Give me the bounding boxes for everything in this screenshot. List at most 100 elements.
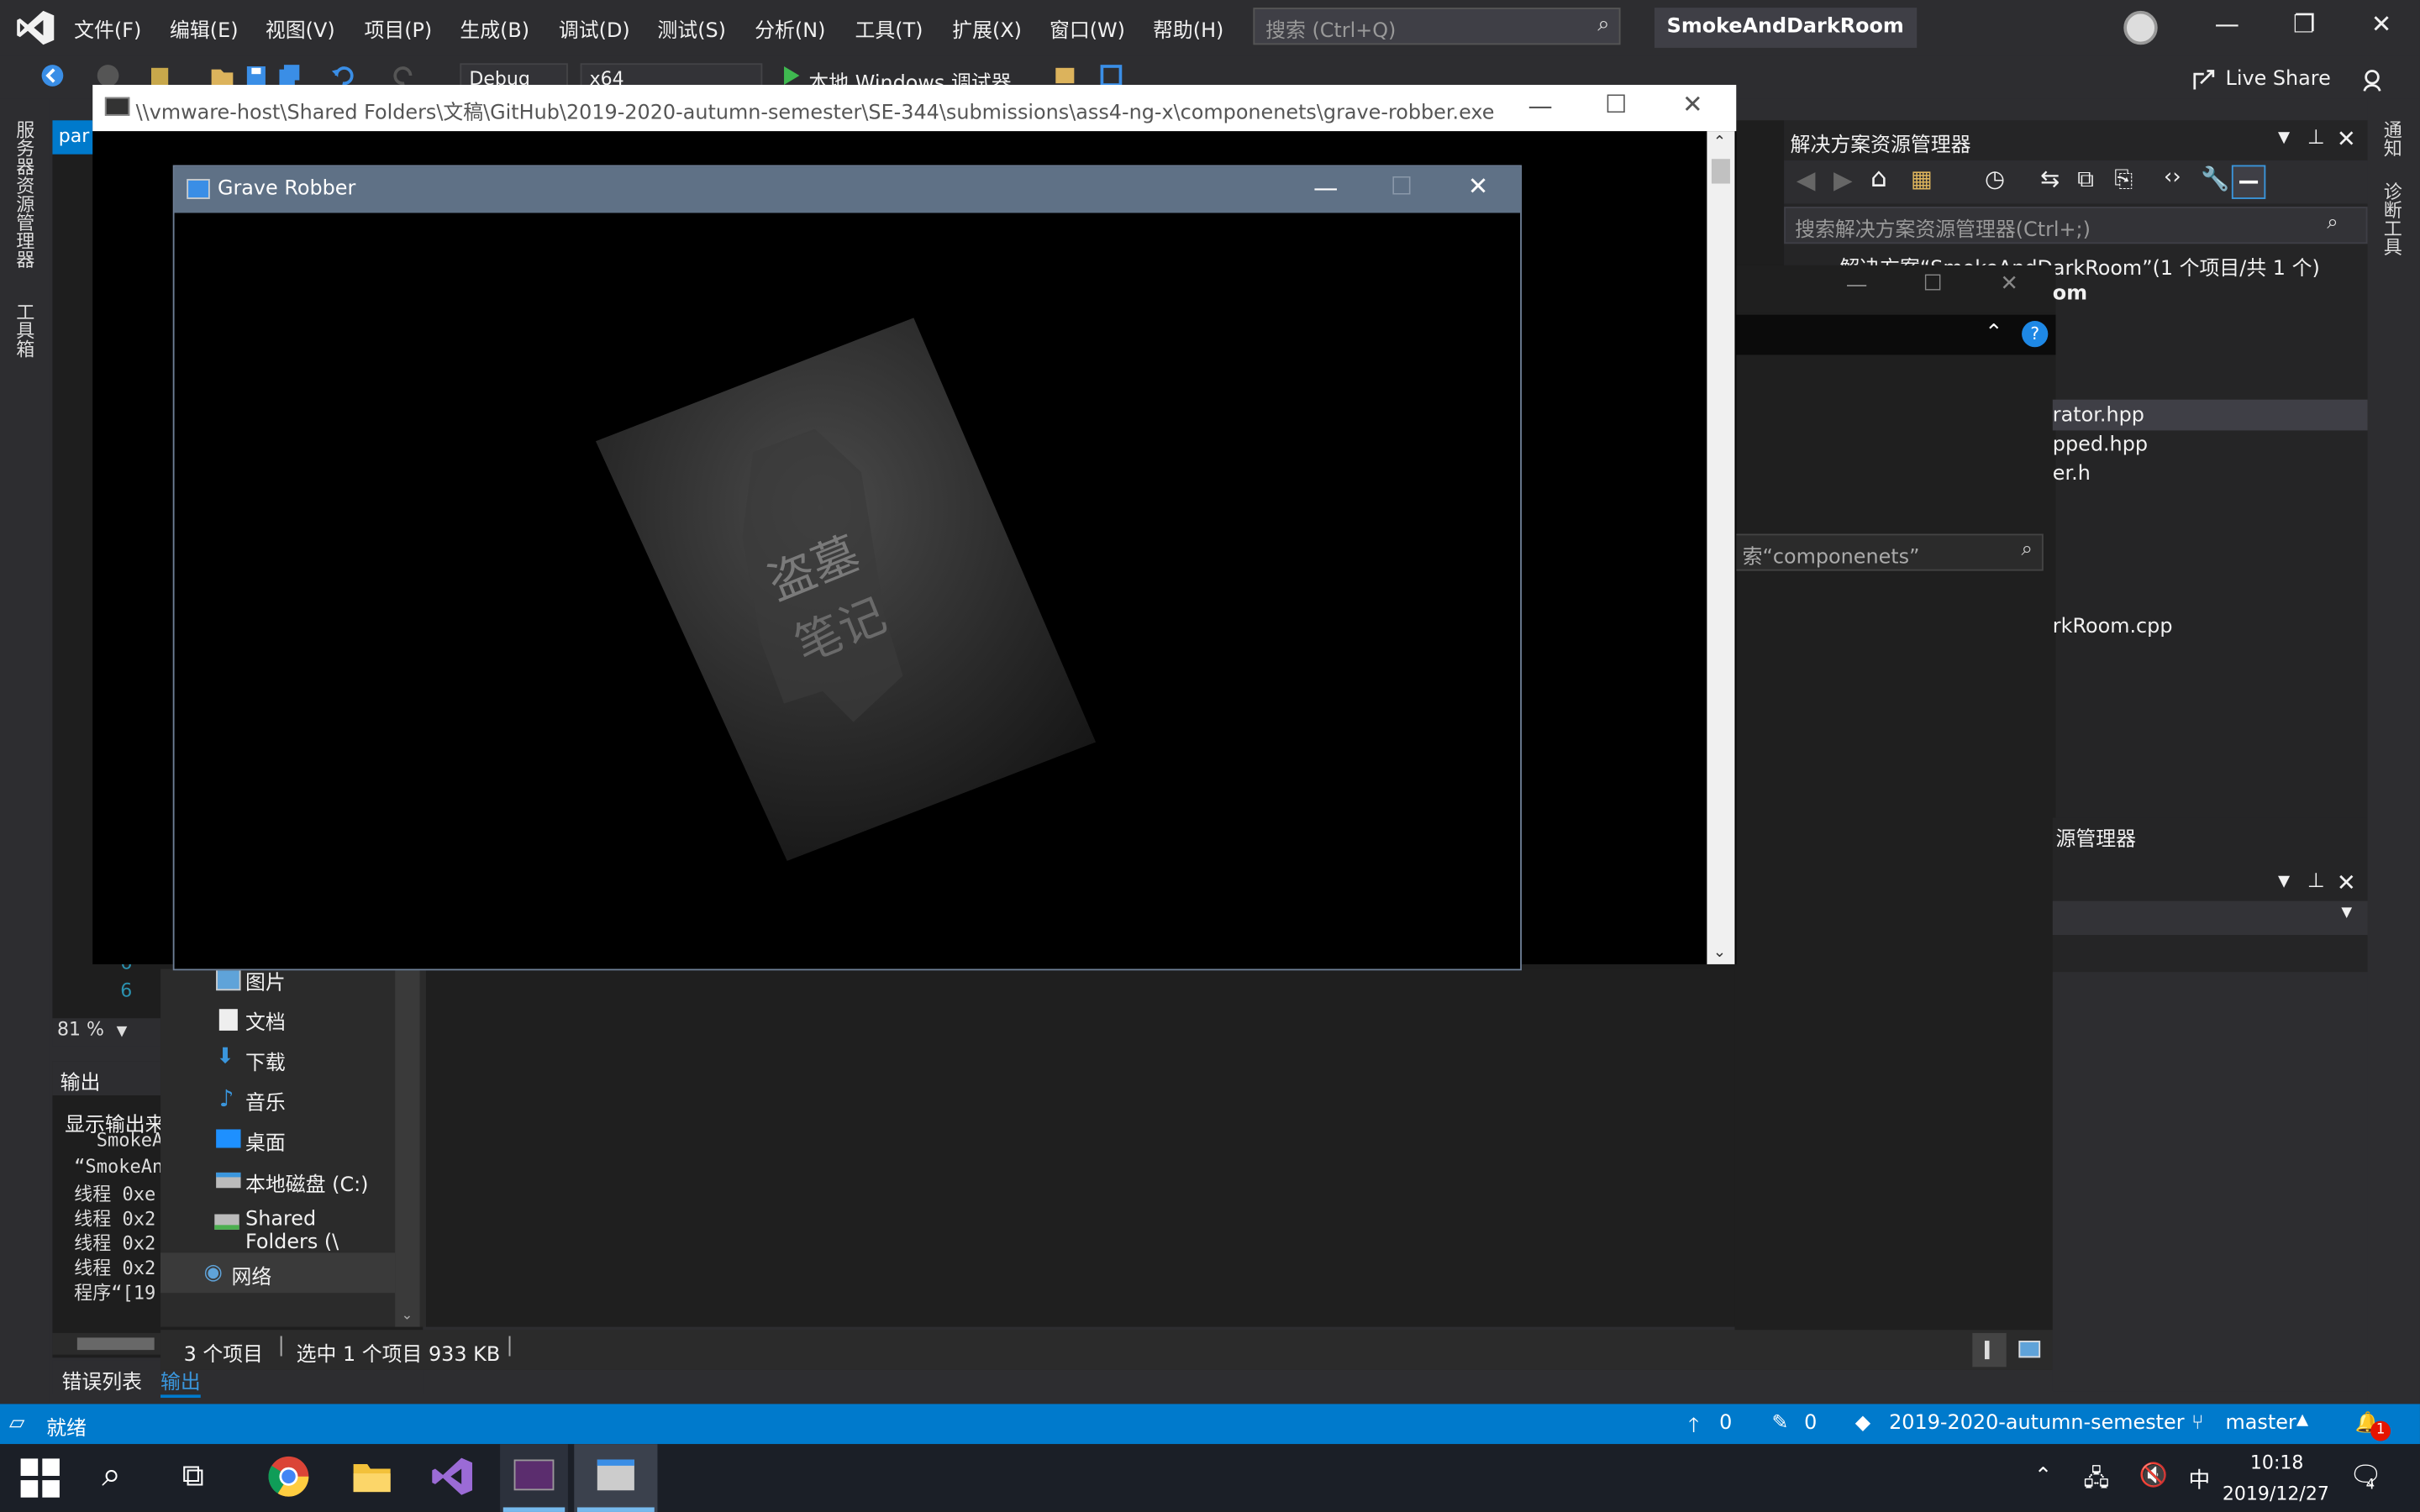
menu-edit[interactable]: 编辑(E) xyxy=(170,14,238,44)
diagnostics-tools-tab[interactable]: 诊断工具 xyxy=(2380,182,2406,256)
minimize-button[interactable]: — xyxy=(2204,9,2250,39)
minimize-button[interactable]: — xyxy=(1313,173,1338,202)
code-view-icon[interactable]: ‹› xyxy=(2164,165,2181,190)
visual-studio-icon[interactable] xyxy=(429,1453,476,1499)
back-icon[interactable] xyxy=(40,63,65,87)
render-viewport[interactable]: 盗墓 笔记 xyxy=(175,213,1521,969)
properties-object-select[interactable]: ▼ xyxy=(2052,900,2368,936)
pin-icon[interactable]: ⊥ xyxy=(2307,127,2325,150)
grave-robber-taskbar-button[interactable] xyxy=(574,1444,658,1512)
network-icon[interactable]: 🖧 xyxy=(2084,1462,2110,1501)
maximize-button[interactable]: ☐ xyxy=(1605,90,1627,119)
file-node[interactable]: rator.hpp xyxy=(2053,404,2144,428)
notifications-tab[interactable]: 通知 xyxy=(2380,120,2406,157)
solution-search-input[interactable]: 搜索解决方案资源管理器(Ctrl+;) ⌕ xyxy=(1784,207,2368,244)
minimize-button[interactable]: — xyxy=(1846,273,1868,297)
nav-item-downloads[interactable]: 下载 xyxy=(245,1046,286,1076)
tab-output[interactable]: 输出 xyxy=(160,1365,201,1399)
server-explorer-tab[interactable]: 服务器资源管理器 xyxy=(13,120,39,268)
file-node[interactable]: rkRoom.cpp xyxy=(2053,616,2173,639)
clock-time[interactable]: 10:18 xyxy=(2250,1452,2304,1473)
project-node[interactable]: om xyxy=(2053,282,2087,306)
maximize-button[interactable]: ☐ xyxy=(1391,171,1413,201)
menu-file[interactable]: 文件(F) xyxy=(74,14,141,44)
home-icon[interactable]: ⌂ xyxy=(1870,164,1887,195)
output-scrollbar[interactable] xyxy=(52,1332,161,1355)
pending-edits-count[interactable]: 0 xyxy=(1804,1412,1817,1436)
menu-test[interactable]: 测试(S) xyxy=(657,14,726,44)
large-icons-view-button[interactable] xyxy=(2016,1336,2044,1364)
menu-window[interactable]: 窗口(W) xyxy=(1050,14,1125,44)
feedback-icon[interactable] xyxy=(2361,68,2386,92)
menu-view[interactable]: 视图(V) xyxy=(266,14,335,44)
explorer-scrollbar[interactable]: ⌄ xyxy=(395,969,420,1327)
collapse-ribbon-icon[interactable]: ⌃ xyxy=(1985,321,2003,345)
avatar[interactable] xyxy=(2123,10,2158,45)
collapse-all-icon[interactable]: ⧉ xyxy=(2077,165,2094,193)
live-share-icon[interactable] xyxy=(2191,68,2216,92)
chevron-up-icon[interactable]: ▲ xyxy=(2296,1412,2308,1429)
file-node[interactable]: pped.hpp xyxy=(2053,433,2148,457)
menu-help[interactable]: 帮助(H) xyxy=(1153,14,1223,44)
back-icon[interactable]: ◀ xyxy=(1797,165,1816,195)
menu-tools[interactable]: 工具(T) xyxy=(855,14,923,44)
menu-analyze[interactable]: 分析(N) xyxy=(755,14,825,44)
unpushed-count[interactable]: 0 xyxy=(1719,1412,1732,1436)
windows-start-icon[interactable] xyxy=(18,1457,61,1499)
nav-item-music[interactable]: 音乐 xyxy=(245,1086,286,1116)
menu-debug[interactable]: 调试(D) xyxy=(559,14,630,44)
close-button[interactable]: ✕ xyxy=(1682,90,1703,119)
menu-project[interactable]: 项目(P) xyxy=(364,14,432,44)
details-view-button[interactable] xyxy=(1972,1332,2007,1368)
clock-date[interactable]: 2019/12/27 xyxy=(2223,1483,2329,1504)
close-button[interactable]: ✕ xyxy=(2000,271,2018,296)
chrome-icon[interactable] xyxy=(266,1453,312,1499)
tombstone-quad: 盗墓 笔记 xyxy=(595,318,1097,861)
switch-views-icon[interactable]: ▦ xyxy=(1911,165,1933,193)
maximize-button[interactable]: ☐ xyxy=(1923,271,1943,296)
repository-name[interactable]: 2019-2020-autumn-semester xyxy=(1889,1412,2184,1436)
show-all-files-icon[interactable]: ⎘ xyxy=(2114,165,2133,193)
minimize-button[interactable]: — xyxy=(1528,91,1552,120)
menu-build[interactable]: 生成(B) xyxy=(460,14,529,44)
restore-button[interactable]: ❐ xyxy=(2281,9,2328,39)
chevron-down-icon[interactable]: ▼ xyxy=(2278,129,2290,146)
chevron-up-icon[interactable]: ⌃ xyxy=(2034,1464,2053,1488)
nav-item-documents[interactable]: 文档 xyxy=(245,1006,286,1036)
live-share-button[interactable]: Live Share xyxy=(2226,68,2331,92)
pending-changes-icon[interactable]: ◷ xyxy=(1985,165,2005,193)
search-icon[interactable]: ⌕ xyxy=(102,1457,121,1495)
toolbox-tab[interactable]: 工具箱 xyxy=(13,302,39,358)
close-button[interactable]: ✕ xyxy=(1468,171,1489,201)
visual-studio-logo-icon[interactable] xyxy=(15,9,55,46)
console-taskbar-button[interactable] xyxy=(500,1444,568,1512)
close-icon[interactable]: ✕ xyxy=(2337,125,2356,153)
branch-name[interactable]: master xyxy=(2226,1412,2296,1436)
pin-icon[interactable]: ⊥ xyxy=(2307,870,2325,894)
ime-indicator[interactable]: 中 xyxy=(2188,1464,2210,1495)
console-scrollbar[interactable]: ⌃ ⌄ xyxy=(1707,131,1735,964)
file-node[interactable]: er.h xyxy=(2053,463,2091,486)
nav-item-desktop[interactable]: 桌面 xyxy=(245,1126,286,1156)
preview-selected-button[interactable] xyxy=(2231,165,2266,199)
close-button[interactable]: ✕ xyxy=(2358,9,2404,39)
properties-icon[interactable]: 🔧 xyxy=(2201,165,2229,193)
nav-item-network[interactable]: 网络 xyxy=(232,1261,272,1290)
chevron-down-icon[interactable]: ▼ xyxy=(2278,874,2290,890)
nav-item-local-disk[interactable]: 本地磁盘 (C:) xyxy=(245,1168,368,1198)
volume-muted-icon[interactable]: 🔇 xyxy=(2139,1461,2168,1488)
forward-icon[interactable]: ▶ xyxy=(1833,165,1853,195)
tab-error-list[interactable]: 错误列表 xyxy=(61,1365,142,1395)
task-view-icon[interactable]: ⧉ xyxy=(182,1457,204,1494)
sync-icon[interactable]: ⇆ xyxy=(2040,165,2060,193)
nav-item-shared-folders[interactable]: Shared Folders (\ xyxy=(245,1208,393,1254)
help-icon[interactable]: ? xyxy=(2022,321,2049,348)
active-indicator xyxy=(502,1507,566,1512)
zoom-level[interactable]: 81 % ▼ xyxy=(52,1018,161,1047)
file-explorer-icon[interactable] xyxy=(349,1453,395,1499)
output-line: 线程 0xe xyxy=(74,1183,156,1205)
folder-search-input[interactable]: 索“componenets” ⌕ xyxy=(1734,533,2044,571)
close-icon[interactable]: ✕ xyxy=(2337,869,2356,896)
quick-search-input[interactable]: 搜索 (Ctrl+Q) ⌕ xyxy=(1253,8,1621,45)
menu-extensions[interactable]: 扩展(X) xyxy=(952,14,1022,44)
